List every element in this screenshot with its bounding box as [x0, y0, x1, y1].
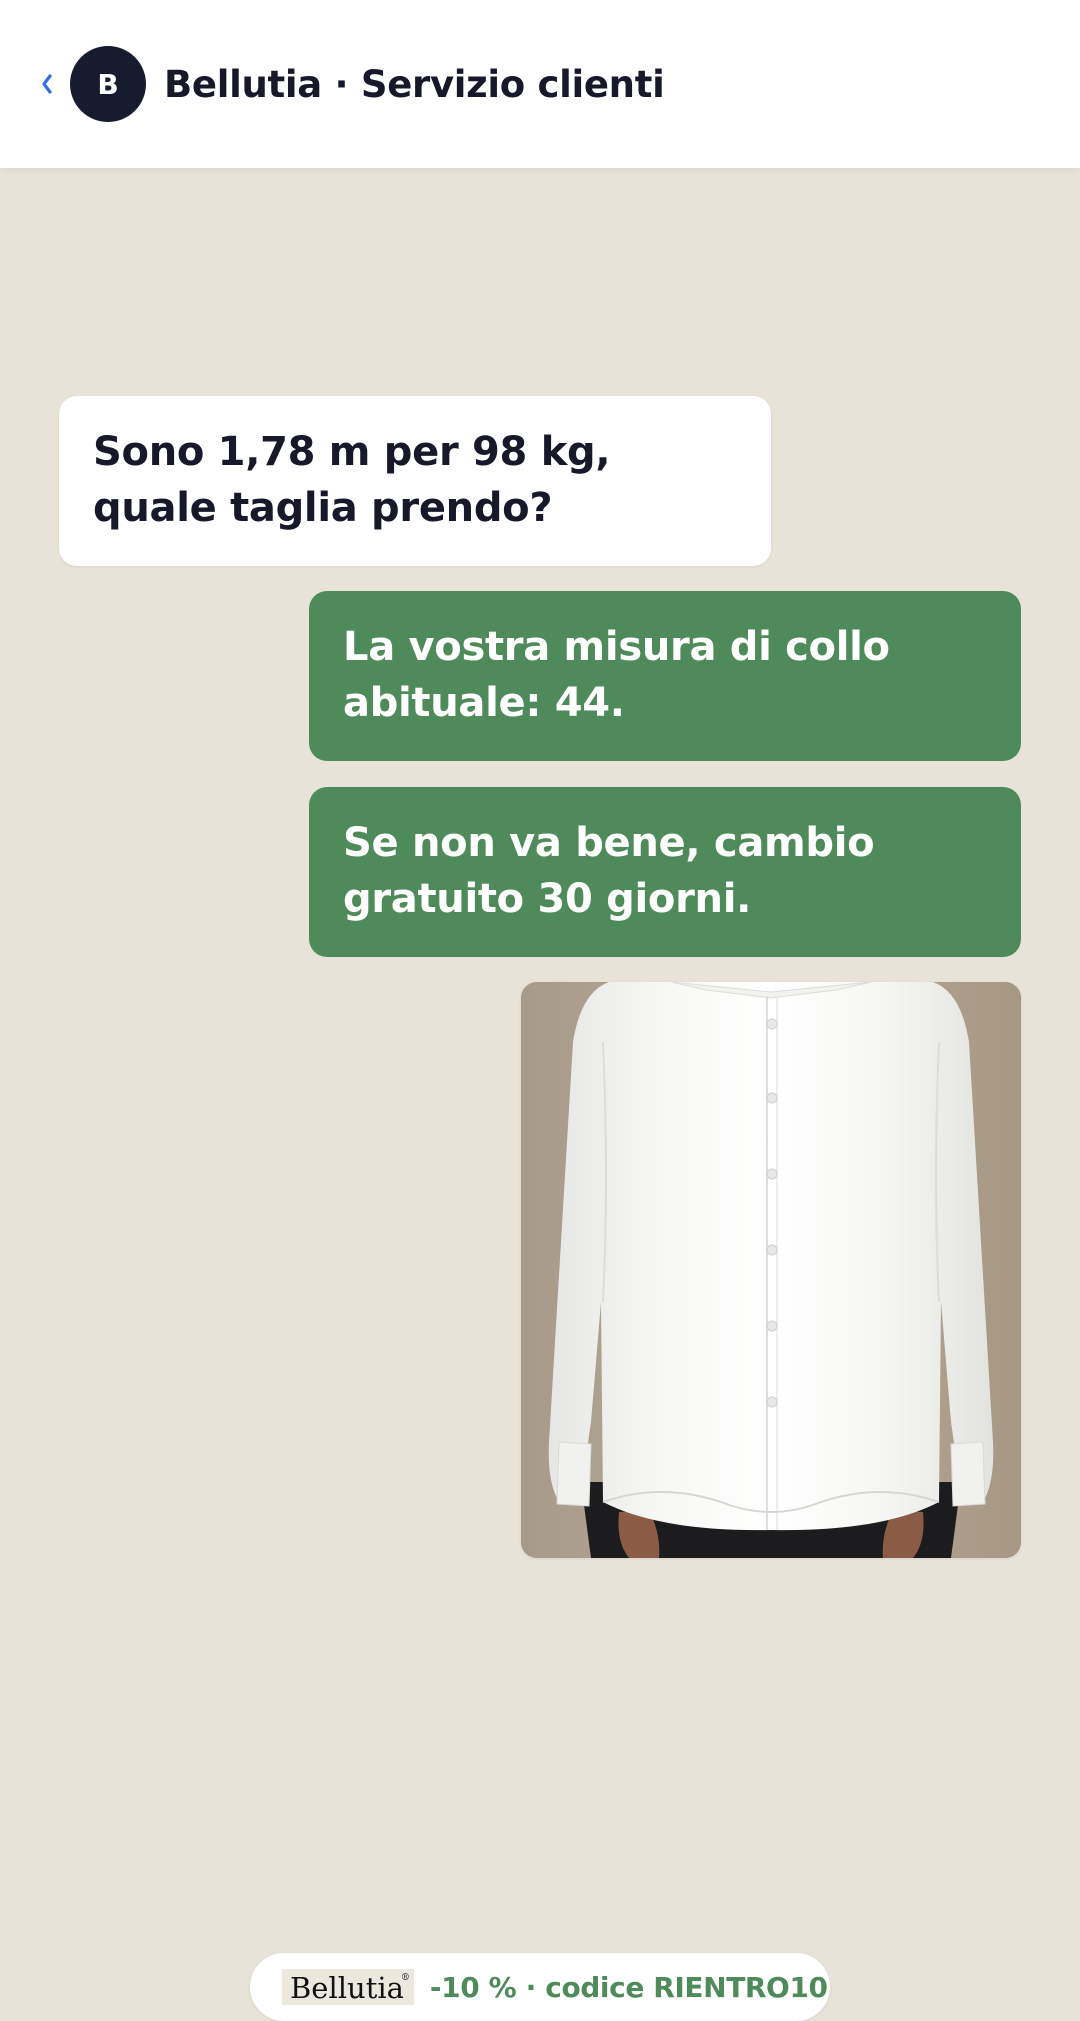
chat-title: Bellutia · Servizio clienti: [164, 62, 665, 106]
outgoing-message: Se non va bene, cambio gratuito 30 giorn…: [309, 787, 1021, 957]
incoming-message: Sono 1,78 m per 98 kg, quale taglia pren…: [59, 396, 771, 566]
brand-logo: Bellutia ®: [282, 1969, 414, 2005]
chat-header: B Bellutia · Servizio clienti: [0, 0, 1080, 168]
outgoing-message: La vostra misura di collo abituale: 44.: [309, 591, 1021, 761]
avatar[interactable]: B: [70, 46, 146, 122]
promo-code-text: -10 % · codice RIENTRO10: [429, 1970, 828, 2004]
brand-logo-text: Bellutia: [290, 1971, 404, 2005]
registered-mark: ®: [400, 1973, 410, 1983]
promo-banner[interactable]: Bellutia ® -10 % · codice RIENTRO10: [250, 1953, 830, 2021]
message-list[interactable]: Sono 1,78 m per 98 kg, quale taglia pren…: [0, 168, 1080, 2021]
chevron-left-icon: [42, 74, 52, 94]
shirt-image: [521, 982, 1021, 1558]
back-button[interactable]: [38, 69, 56, 99]
shirt-photo[interactable]: [521, 982, 1021, 1558]
